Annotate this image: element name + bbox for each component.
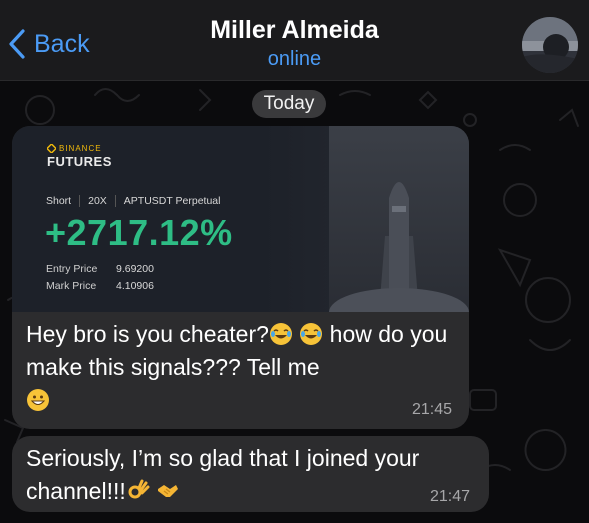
message-bubble-incoming[interactable]: Seriously, I’m so glad that I joined you…: [12, 436, 489, 512]
message-timestamp: 21:45: [412, 401, 453, 418]
chat-header: Back Miller Almeida online: [0, 0, 589, 81]
entry-price-label: Entry Price: [46, 263, 98, 275]
face-with-tears-of-joy-icon: [269, 322, 293, 346]
divider: [79, 195, 81, 207]
ok-hand-icon: [126, 479, 150, 503]
contact-avatar[interactable]: [522, 17, 578, 73]
grinning-face-icon: [26, 388, 50, 412]
rocket-illustration: [329, 126, 469, 312]
face-with-tears-of-joy-icon: [299, 322, 323, 346]
leverage: 20X: [88, 195, 107, 207]
handshake-icon: [156, 479, 180, 503]
brand-top-text: BINANCE: [59, 144, 102, 153]
message-text: Seriously, I’m so glad that I joined you…: [26, 442, 481, 508]
position-side: Short: [46, 195, 72, 207]
message-text: Hey bro is you cheater? how do you make …: [26, 318, 456, 417]
message-text-body: Seriously, I’m so glad that I joined you…: [26, 445, 420, 504]
mark-price-value: 4.10906: [116, 280, 154, 292]
mark-price-label: Mark Price: [46, 280, 97, 292]
message-text-part-1: Hey bro is you cheater?: [26, 321, 269, 347]
pnl-percentage: +2717.12%: [45, 212, 233, 253]
binance-futures-logo: BINANCE FUTURES: [47, 144, 112, 169]
entry-price-row: Entry Price 9.69200: [46, 263, 154, 275]
message-timestamp: 21:47: [430, 488, 471, 505]
contact-name[interactable]: Miller Almeida: [0, 16, 589, 45]
pnl-share-image[interactable]: BINANCE FUTURES Short 20X APTUSDT Perpet…: [12, 126, 469, 312]
binance-diamond-icon: [47, 144, 56, 153]
divider: [114, 195, 116, 207]
message-bubble-incoming[interactable]: BINANCE FUTURES Short 20X APTUSDT Perpet…: [12, 126, 469, 429]
date-divider: Today: [252, 90, 326, 118]
entry-price-value: 9.69200: [116, 263, 154, 275]
mark-price-row: Mark Price 4.10906: [46, 280, 154, 292]
contract-symbol: APTUSDT Perpetual: [123, 195, 221, 207]
trade-info-row: Short 20X APTUSDT Perpetual: [46, 195, 220, 207]
contact-status: online: [267, 48, 322, 70]
brand-bottom-text: FUTURES: [47, 154, 112, 169]
